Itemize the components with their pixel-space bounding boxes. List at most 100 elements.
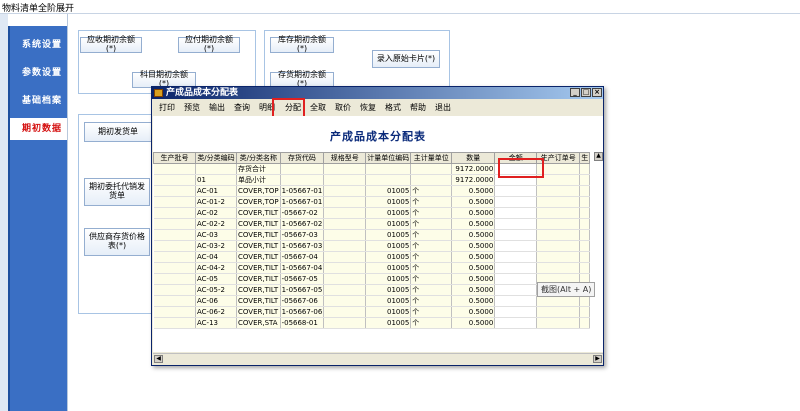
table-row[interactable]: AC-06-2 COVER,TILT 1-05667-06 01005 个 0.5000 [153,306,591,318]
menu-fetch-all[interactable]: 全取 [310,102,326,113]
menu-restore[interactable]: 恢复 [360,102,376,113]
table-cell: AC-01 [195,185,237,197]
table-cell[interactable] [494,251,538,263]
col-unit-code[interactable]: 计量单位编码 [365,152,412,164]
table-cell[interactable] [494,284,538,296]
table-row[interactable]: AC-01 COVER,TOP 1-05667-01 01005 个 0.5000 [153,185,591,197]
table-row[interactable]: AC-02-2 COVER,TILT 1-05667-02 01005 个 0.5000 [153,218,591,230]
table-row[interactable]: AC-03-2 COVER,TILT 1-05667-03 01005 个 0.5000 [153,240,591,252]
table-cell: 01005 [365,229,412,241]
menu-format[interactable]: 格式 [385,102,401,113]
table-cell: COVER,TILT [236,262,281,274]
table-row[interactable]: AC-04-2 COVER,TILT 1-05667-04 01005 个 0.5000 [153,262,591,274]
table-cell [536,229,581,241]
table-cell: 0.5000 [451,306,496,318]
table-cell[interactable] [494,185,538,197]
table-cell [323,295,367,307]
table-row[interactable]: AC-01-2 COVER,TOP 1-05667-01 01005 个 0.5000 [153,196,591,208]
opening-delivery-button[interactable]: 期初发货单 [84,122,152,142]
nav-item-base-archives[interactable]: 基础档案 [10,90,69,112]
table-cell [579,229,591,241]
table-cell[interactable] [494,207,538,219]
col-item-code[interactable]: 存货代码 [279,152,325,164]
table-row[interactable]: AC-05-2 COVER,TILT 1-05667-05 01005 个 0.5000 [153,284,591,296]
table-row[interactable]: AC-13 COVER,STA -05668-01 01005 个 0.5000 [153,317,591,329]
table-row[interactable]: AC-05 COVER,TILT -05667-05 01005 个 0.5000 [153,273,591,285]
table-cell [153,240,196,252]
table-cell [536,240,581,252]
table-cell: 个 [410,251,453,263]
col-spec[interactable]: 规格型号 [323,152,367,164]
menu-help[interactable]: 帮助 [410,102,426,113]
nav-item-system-settings[interactable]: 系统设置 [10,34,69,56]
table-cell: 个 [410,207,453,219]
scroll-right-icon[interactable]: ▶ [593,355,602,363]
scroll-left-icon[interactable]: ◀ [154,355,163,363]
col-category-name[interactable]: 类/分类名称 [236,152,281,164]
table-cell[interactable] [494,218,538,230]
ap-opening-button[interactable]: 应付期初余额(*) [178,35,240,53]
table-cell [323,207,367,219]
table-cell[interactable] [494,262,538,274]
enter-asset-cards-button[interactable]: 录入原始卡片(*) [372,50,440,68]
table-cell [365,163,412,175]
table-cell [195,163,237,175]
table-cell: COVER,TOP [236,196,281,208]
minimize-icon[interactable]: _ [570,88,580,97]
close-icon[interactable]: × [592,88,602,97]
ar-opening-button[interactable]: 应收期初余额(*) [80,35,142,53]
table-row[interactable]: AC-03 COVER,TILT -05667-03 01005 个 0.5000 [153,229,591,241]
nav-item-opening-data[interactable]: 期初数据 [10,118,69,140]
consignment-delivery-button[interactable]: 期初委托代销发货单 [84,178,150,206]
menu-exit[interactable]: 退出 [435,102,451,113]
maximize-icon[interactable]: □ [581,88,591,97]
table-cell [153,262,196,274]
table-cell: 个 [410,218,453,230]
table-row[interactable]: AC-02 COVER,TILT -05667-02 01005 个 0.5000 [153,207,591,219]
table-cell: 0.5000 [451,251,496,263]
scroll-up-icon[interactable]: ▲ [594,152,603,161]
table-cell: 01005 [365,273,412,285]
table-cell [153,306,196,318]
table-cell[interactable] [494,196,538,208]
table-cell[interactable] [494,295,538,307]
table-cell: AC-01-2 [195,196,237,208]
table-cell [536,317,581,329]
menu-export[interactable]: 输出 [209,102,225,113]
inventory-opening-button[interactable]: 库存期初余额(*) [270,35,334,53]
nav-item-parameter-settings[interactable]: 参数设置 [10,62,69,84]
col-batch-no[interactable]: 生产批号 [153,152,196,164]
table-cell [536,262,581,274]
table-cell: 01005 [365,196,412,208]
table-cell [323,262,367,274]
table-cell[interactable] [494,240,538,252]
horizontal-scrollbar[interactable]: ◀ ▶ [153,353,603,364]
col-more[interactable]: 生 [579,152,591,164]
table-cell[interactable] [494,229,538,241]
menu-query[interactable]: 查询 [234,102,250,113]
table-cell [153,185,196,197]
table-cell: -05667-04 [280,251,325,263]
window-title: 产成品成本分配表 [166,88,239,98]
menu-fetch-price[interactable]: 取价 [335,102,351,113]
table-cell[interactable] [494,306,538,318]
table-cell [153,207,196,219]
col-category-code[interactable]: 类/分类编码 [195,152,237,164]
supplier-price-button[interactable]: 供应商存货价格表(*) [84,228,150,256]
table-row[interactable]: AC-04 COVER,TILT -05667-04 01005 个 0.5000 [153,251,591,263]
table-cell [153,295,196,307]
table-row[interactable]: AC-06 COVER,TILT -05667-06 01005 个 0.5000 [153,295,591,307]
table-cell: 1-05667-01 [280,185,325,197]
table-cell [153,229,196,241]
table-cell[interactable] [494,273,538,285]
col-main-unit[interactable]: 主计量单位 [410,152,453,164]
table-cell: 01 [195,174,237,186]
table-cell[interactable] [494,317,538,329]
menu-print[interactable]: 打印 [159,102,175,113]
menu-preview[interactable]: 预览 [184,102,200,113]
allocation-table: 生产批号 类/分类编码 类/分类名称 存货代码 规格型号 计量单位编码 主计量单… [153,152,591,329]
table-cell: -05667-06 [280,295,325,307]
window-title-bar: 产成品成本分配表 _ □ × [152,87,603,99]
col-quantity[interactable]: 数量 [451,152,496,164]
table-cell: COVER,TOP [236,185,281,197]
